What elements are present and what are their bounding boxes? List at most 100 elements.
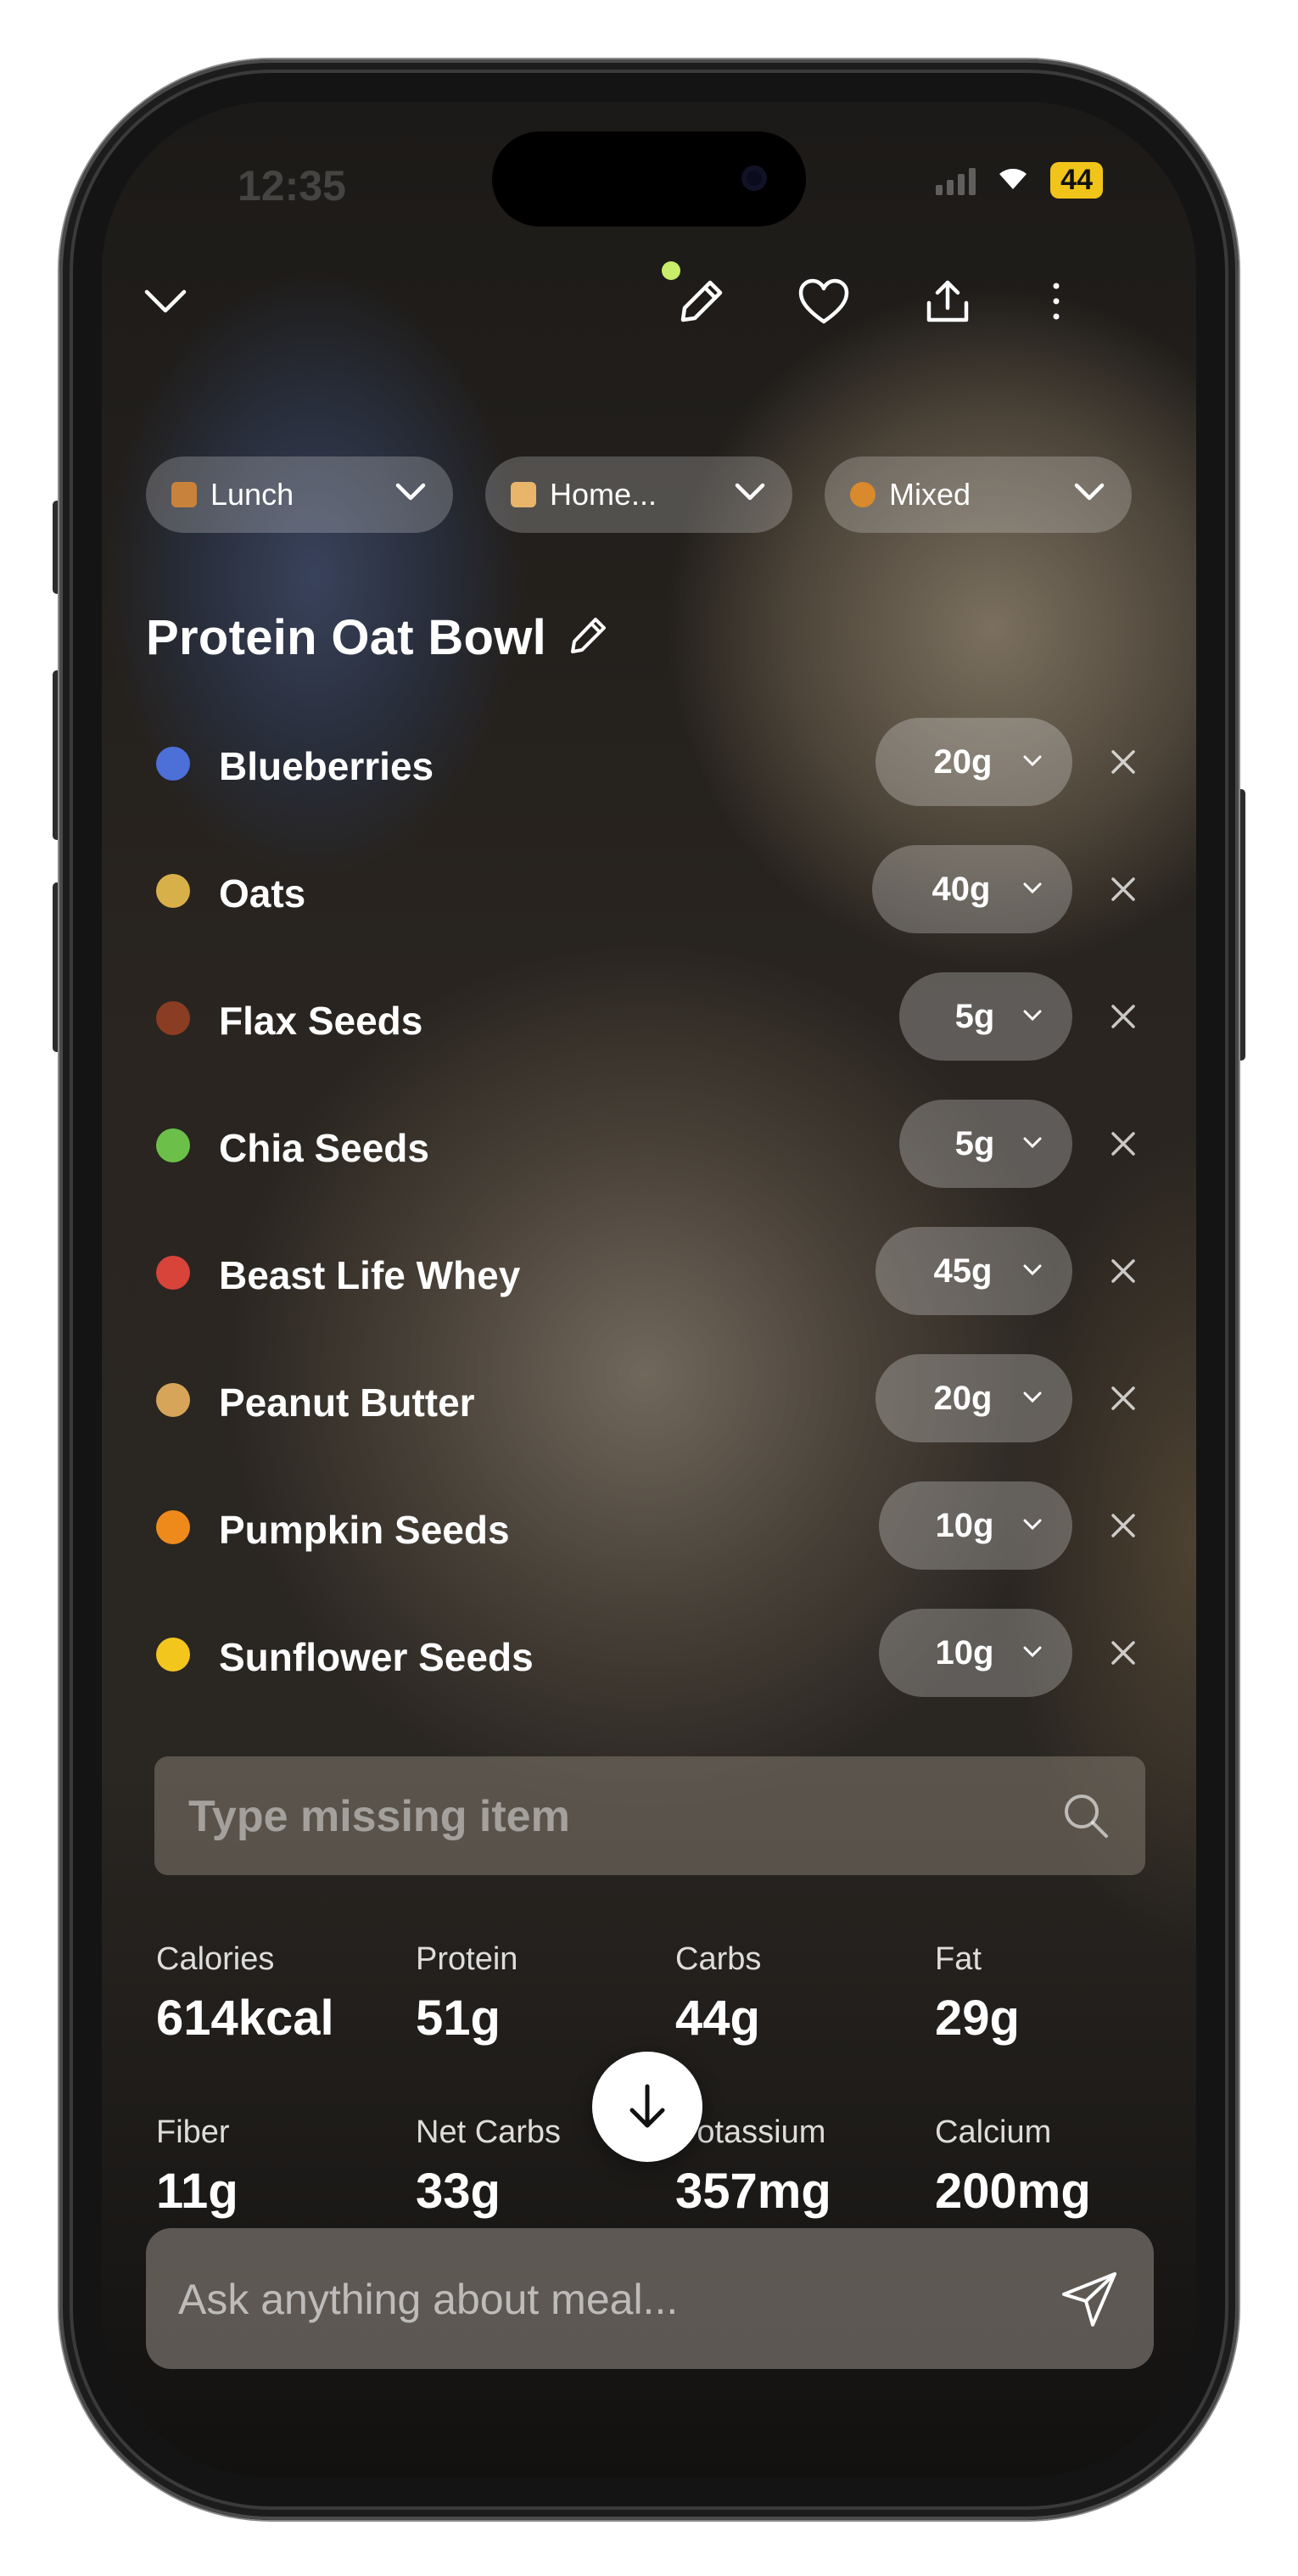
grain-icon <box>156 874 190 908</box>
bento-icon <box>171 482 197 507</box>
pumpkin-icon <box>156 1510 190 1544</box>
quantity-value: 20g <box>933 1379 993 1417</box>
nutrient-label: Protein <box>416 1941 518 1977</box>
share-icon[interactable] <box>909 263 986 339</box>
more-vertical-icon[interactable] <box>1018 263 1094 339</box>
house-icon <box>511 482 536 507</box>
nutrition-carbs: Carbs 44g <box>675 1941 930 2047</box>
quantity-dropdown[interactable]: 5g <box>899 1100 1072 1188</box>
ask-meal-bar <box>146 2228 1154 2371</box>
pencil-icon[interactable] <box>663 263 740 339</box>
ingredient-name: Blueberries <box>219 744 434 788</box>
meal-type-chip[interactable]: Lunch <box>146 456 453 533</box>
nutrition-protein: Protein 51g <box>416 1941 670 2047</box>
cooking-method-chip[interactable]: Mixed <box>825 456 1132 533</box>
ingredient-name: Pumpkin Seeds <box>219 1508 510 1552</box>
quantity-dropdown[interactable]: 45g <box>876 1227 1072 1315</box>
seedling-icon <box>156 1128 190 1162</box>
chevron-down-icon <box>1023 755 1042 767</box>
edit-title-pencil-icon[interactable] <box>568 614 609 655</box>
cup-icon <box>156 1256 190 1290</box>
chestnut-icon <box>156 1001 190 1035</box>
nutrient-value: 200mg <box>935 2164 1091 2219</box>
ingredient-name: Peanut Butter <box>219 1380 475 1425</box>
ingredient-row: Beast Life Whey 45g <box>102 1227 1196 1315</box>
nutrition-calories: Calories 614kcal <box>156 1941 411 2047</box>
nutrient-value: 11g <box>156 2164 238 2219</box>
nutrient-label: Fiber <box>156 2114 230 2150</box>
location-chip[interactable]: Home... <box>485 456 792 533</box>
ingredient-name: Chia Seeds <box>219 1126 429 1170</box>
mixed-icon <box>850 482 876 507</box>
chevron-down-icon <box>1023 1137 1042 1149</box>
nutrient-value: 29g <box>935 1991 1020 2046</box>
ingredient-row: Pumpkin Seeds 10g <box>102 1481 1196 1570</box>
quantity-value: 5g <box>954 997 995 1035</box>
ingredient-name: Sunflower Seeds <box>219 1635 534 1679</box>
chevron-down-icon <box>735 483 765 501</box>
ingredient-name: Oats <box>219 871 306 916</box>
remove-icon[interactable] <box>1110 1257 1137 1285</box>
remove-icon[interactable] <box>1110 876 1137 903</box>
ingredient-row: Oats 40g <box>102 845 1196 933</box>
camera-icon <box>741 165 767 191</box>
quantity-dropdown[interactable]: 10g <box>879 1481 1072 1570</box>
nutrient-value: 357mg <box>675 2164 831 2219</box>
meal-type-label: Lunch <box>210 477 294 512</box>
heart-icon[interactable] <box>786 263 862 339</box>
send-icon[interactable] <box>1059 2269 1120 2330</box>
quantity-value: 20g <box>933 742 993 781</box>
ask-meal-input[interactable] <box>176 2228 1028 2371</box>
remove-icon[interactable] <box>1110 1639 1137 1666</box>
remove-icon[interactable] <box>1110 1003 1137 1030</box>
cellular-signal-icon <box>936 166 976 195</box>
arrow-down-icon <box>629 2084 665 2128</box>
quantity-dropdown[interactable]: 10g <box>879 1609 1072 1697</box>
quantity-value: 40g <box>932 870 991 908</box>
ingredient-row: Peanut Butter 20g <box>102 1354 1196 1442</box>
quantity-dropdown[interactable]: 20g <box>876 718 1072 806</box>
ingredient-row: Sunflower Seeds 10g <box>102 1609 1196 1697</box>
missing-item-input[interactable] <box>187 1756 1038 1877</box>
nutrient-value: 614kcal <box>156 1991 334 2046</box>
nutrient-label: Fat <box>935 1941 982 1977</box>
nutrition-fiber: Fiber 11g <box>156 2114 411 2220</box>
sunflower-icon <box>156 1638 190 1672</box>
quantity-dropdown[interactable]: 20g <box>876 1354 1072 1442</box>
ingredient-name: Flax Seeds <box>219 999 423 1043</box>
remove-icon[interactable] <box>1110 748 1137 776</box>
chevron-down-icon <box>1023 1646 1042 1658</box>
ingredient-row: Chia Seeds 5g <box>102 1100 1196 1188</box>
quantity-dropdown[interactable]: 40g <box>872 845 1072 933</box>
dynamic-island <box>492 132 806 227</box>
blueberries-icon <box>156 747 190 781</box>
remove-icon[interactable] <box>1110 1130 1137 1157</box>
chevron-down-icon <box>1023 882 1042 894</box>
chevron-down-icon <box>1023 1392 1042 1403</box>
search-icon[interactable] <box>1060 1790 1111 1841</box>
meal-title[interactable]: Protein Oat Bowl <box>146 609 546 666</box>
nutrition-potassium: Potassium 357mg <box>675 2114 930 2220</box>
quantity-value: 45g <box>933 1252 993 1290</box>
chevron-down-icon <box>1023 1010 1042 1022</box>
chevron-down-icon <box>395 483 426 501</box>
nutrient-value: 51g <box>416 1991 501 2046</box>
chevron-down-icon <box>1023 1519 1042 1531</box>
nutrient-label: Calcium <box>935 2114 1052 2150</box>
nutrient-label: Calories <box>156 1941 275 1977</box>
collapse-chevron-icon[interactable] <box>127 263 204 339</box>
chevron-down-icon <box>1023 1264 1042 1276</box>
status-indicators: 44 <box>936 161 1103 199</box>
wifi-icon <box>994 161 1032 199</box>
ingredient-row: Flax Seeds 5g <box>102 972 1196 1061</box>
nutrient-value: 44g <box>675 1991 760 2046</box>
status-time: 12:35 <box>238 162 346 210</box>
scroll-down-button[interactable] <box>592 2052 702 2162</box>
peanut-icon <box>156 1383 190 1417</box>
remove-icon[interactable] <box>1110 1512 1137 1539</box>
cooking-method-label: Mixed <box>889 477 971 512</box>
remove-icon[interactable] <box>1110 1385 1137 1412</box>
ingredient-row: Blueberries 20g <box>102 718 1196 806</box>
quantity-dropdown[interactable]: 5g <box>899 972 1072 1061</box>
nutrition-calcium: Calcium 200mg <box>935 2114 1189 2220</box>
